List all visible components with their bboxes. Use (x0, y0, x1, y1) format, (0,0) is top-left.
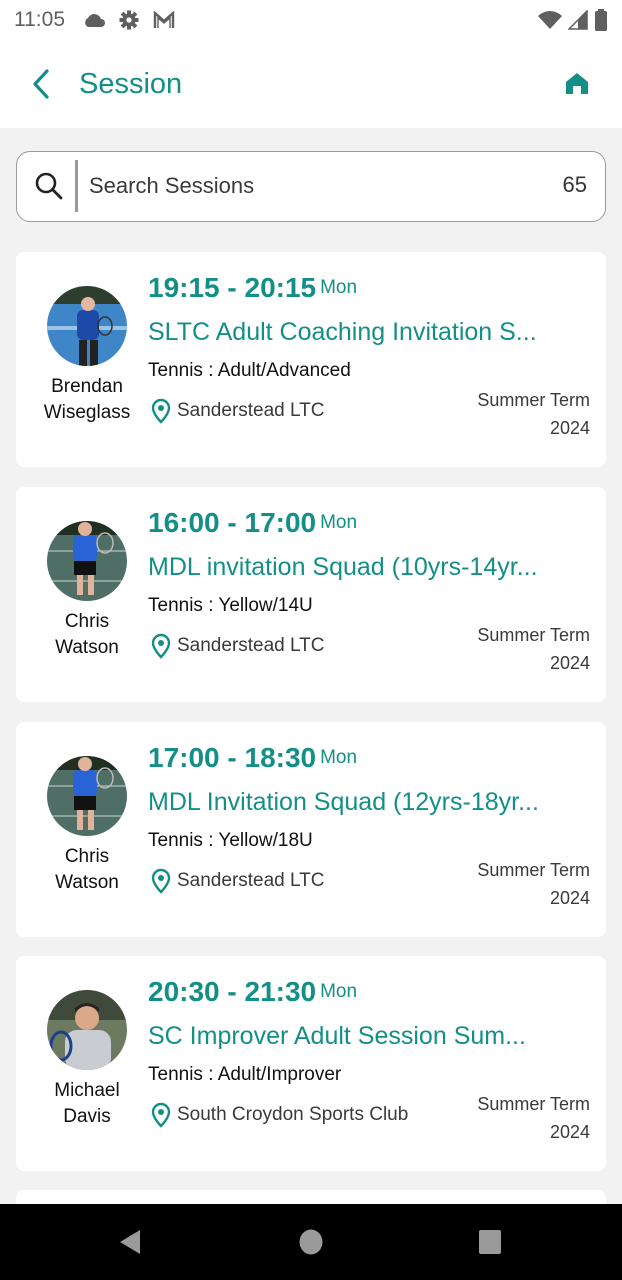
venue: South Croydon Sports Club (151, 1102, 408, 1128)
term: Summer Term 2024 (477, 860, 590, 908)
search-bar: 65 (16, 151, 606, 222)
venue: Sanderstead LTC (151, 868, 325, 894)
home-icon (566, 73, 588, 94)
status-bar: 11:05 (0, 0, 622, 40)
coach-avatar (47, 990, 127, 1070)
home-circle-icon[interactable] (299, 1228, 323, 1256)
sport-level: Tennis : Yellow/18U (148, 830, 313, 851)
sport-level: Tennis : Yellow/14U (148, 595, 313, 616)
recents-square-icon[interactable] (478, 1228, 502, 1256)
sport-level: Tennis : Adult/Advanced (148, 360, 351, 381)
session-time: 19:15 - 20:15 Mon (148, 272, 358, 303)
coach-avatar (47, 286, 127, 366)
session-title: MDL invitation Squad (10yrs-14yr... (148, 553, 538, 581)
gmail-icon (153, 11, 175, 28)
coach-avatar (47, 756, 127, 836)
search-divider (75, 160, 78, 212)
signal-icon (568, 10, 588, 30)
session-title: MDL Invitation Squad (12yrs-18yr... (148, 788, 539, 816)
back-triangle-icon[interactable] (118, 1228, 142, 1256)
location-pin-icon (151, 633, 171, 659)
session-card[interactable]: Chris Watson 16:00 - 17:00 Mon MDL invitat… (16, 487, 606, 702)
back-button[interactable] (26, 64, 56, 104)
coach-name: Chris Watson (55, 611, 119, 658)
session-time: 16:00 - 17:00 Mon (148, 507, 358, 538)
coach-name: Michael Davis (54, 1080, 120, 1127)
coach-avatar (47, 521, 127, 601)
session-card[interactable]: Brendan Wiseglass 19:15 - 20:15 Mon SLTC A… (16, 252, 606, 467)
battery-icon (595, 9, 607, 31)
session-time: 20:30 - 21:30 Mon (148, 976, 358, 1007)
location-pin-icon (151, 868, 171, 894)
system-icons (538, 9, 608, 31)
term: Summer Term 2024 (477, 625, 590, 673)
term: Summer Term 2024 (477, 390, 590, 438)
coach-name: Chris Watson (55, 846, 119, 893)
system-nav-bar (0, 1204, 622, 1280)
session-time: 17:00 - 18:30 Mon (148, 742, 358, 773)
session-title: SLTC Adult Coaching Invitation S... (148, 318, 537, 346)
session-card[interactable]: Chris Watson 17:00 - 18:30 Mon MDL Invitat… (16, 722, 606, 937)
sport-level: Tennis : Adult/Improver (148, 1064, 342, 1085)
page-title: Session (79, 68, 183, 100)
location-pin-icon (151, 398, 171, 424)
search-icon[interactable] (33, 170, 65, 202)
home-button[interactable] (564, 70, 592, 98)
notification-icons (83, 10, 175, 30)
session-card[interactable]: Michael Davis 20:30 - 21:30 Mon SC Improve… (16, 956, 606, 1171)
session-count: 65 (562, 172, 587, 197)
coach-name: Brendan Wiseglass (43, 376, 131, 423)
cloud-icon (85, 14, 105, 27)
status-time: 11:05 (14, 8, 65, 31)
session-title: SC Improver Adult Session Sum... (148, 1022, 526, 1050)
app-header: Session (0, 40, 622, 128)
chevron-left-icon (33, 69, 49, 99)
wifi-icon (538, 11, 562, 29)
term: Summer Term 2024 (477, 1094, 590, 1142)
venue: Sanderstead LTC (151, 398, 325, 424)
venue: Sanderstead LTC (151, 633, 325, 659)
settings-icon (119, 10, 139, 30)
search-input[interactable] (89, 164, 509, 208)
location-pin-icon (151, 1102, 171, 1128)
